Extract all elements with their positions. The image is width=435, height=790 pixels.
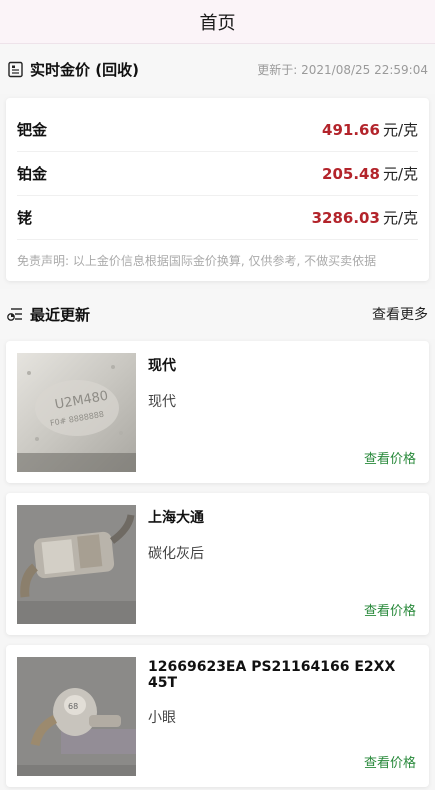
metal-name: 铑	[17, 209, 33, 227]
item-desc: 小眼	[148, 710, 176, 726]
product-thumbnail: U2M480 F0# 8888888	[17, 353, 136, 472]
gold-price-card: 钯金 491.66 元/克 铂金 205.48 元/克 铑 3286.03 元/…	[6, 98, 429, 281]
recent-updates-header: 最近更新 查看更多	[0, 289, 435, 339]
list-item[interactable]: 上海大通 碳化灰后 查看价格	[6, 493, 429, 635]
price-list-icon	[8, 61, 23, 77]
view-price-link[interactable]: 查看价格	[364, 600, 416, 619]
metal-price: 491.66	[322, 120, 380, 139]
metal-name: 钯金	[17, 121, 48, 139]
view-price-link[interactable]: 查看价格	[364, 448, 416, 467]
item-name: 上海大通	[148, 510, 204, 526]
gold-price-header: 实时金价 (回收) 更新于: 2021/08/25 22:59:04	[0, 44, 435, 94]
item-desc: 碳化灰后	[148, 546, 204, 562]
updated-timestamp: 更新于: 2021/08/25 22:59:04	[257, 62, 428, 77]
page-title: 首页	[199, 12, 236, 34]
metal-price: 3286.03	[311, 208, 380, 227]
item-info: 上海大通 碳化灰后 查看价格	[148, 505, 419, 625]
price-row-rhodium: 铑 3286.03 元/克	[17, 196, 418, 240]
price-unit: 元/克	[382, 121, 418, 139]
product-thumbnail: 68	[17, 657, 136, 776]
list-item[interactable]: 68 12669623EA PS21164166 E2XX 45T 小眼 查看价…	[6, 645, 429, 787]
item-name: 现代	[148, 358, 176, 374]
price-unit: 元/克	[382, 209, 418, 227]
item-desc: 现代	[148, 394, 176, 410]
item-name: 12669623EA PS21164166 E2XX 45T	[148, 659, 396, 691]
list-item[interactable]: U2M480 F0# 8888888 现代 现代 查看价格	[6, 341, 429, 483]
top-bar: 首页	[0, 0, 435, 44]
gold-section-title: 实时金价 (回收)	[30, 60, 139, 79]
price-unit: 元/克	[382, 165, 418, 183]
svg-text:68: 68	[68, 702, 78, 711]
view-more-link[interactable]: 查看更多	[372, 304, 428, 324]
view-price-link[interactable]: 查看价格	[364, 752, 416, 771]
metal-name: 铂金	[17, 165, 48, 183]
disclaimer-text: 免责声明: 以上金价信息根据国际金价换算, 仅供参考, 不做买卖依据	[17, 254, 377, 268]
product-thumbnail	[17, 505, 136, 624]
metal-price: 205.48	[322, 164, 380, 183]
recent-list-icon	[7, 307, 22, 321]
price-row-palladium: 钯金 491.66 元/克	[17, 108, 418, 152]
item-info: 12669623EA PS21164166 E2XX 45T 小眼 查看价格	[148, 657, 419, 777]
item-info: 现代 现代 查看价格	[148, 353, 419, 473]
recent-section-title: 最近更新	[30, 305, 91, 324]
price-row-platinum: 铂金 205.48 元/克	[17, 152, 418, 196]
